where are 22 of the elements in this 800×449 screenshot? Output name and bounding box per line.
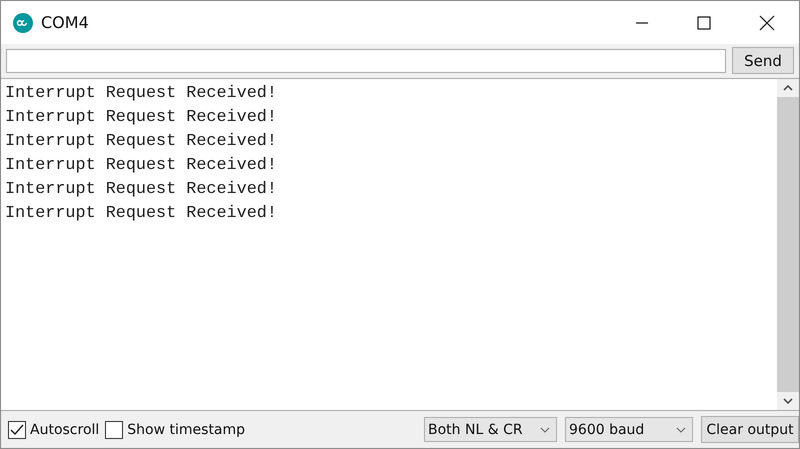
- checkbox-label: Show timestamp: [127, 422, 246, 438]
- scroll-up-icon[interactable]: [783, 85, 793, 91]
- chevron-down-icon: [676, 426, 686, 432]
- window-title: COM4: [41, 13, 89, 32]
- checkbox-label: Autoscroll: [30, 422, 100, 438]
- message-input-field[interactable]: [6, 48, 726, 72]
- send-button[interactable]: Send: [732, 47, 794, 74]
- output-line: Interrupt Request Received!: [5, 155, 278, 177]
- output-line: Interrupt Request Received!: [5, 131, 278, 153]
- close-icon[interactable]: [759, 14, 775, 30]
- clear-output-button[interactable]: Clear output: [701, 416, 799, 443]
- maximize-icon[interactable]: [697, 16, 711, 30]
- scroll-down-icon[interactable]: [783, 398, 793, 404]
- output-line: Interrupt Request Received!: [5, 83, 278, 105]
- output-line: Interrupt Request Received!: [5, 203, 278, 225]
- checkbox[interactable]: [8, 420, 26, 438]
- checkbox[interactable]: [105, 420, 124, 438]
- line-ending-dropdown[interactable]: Both NL & CR: [424, 417, 557, 442]
- output-line: Interrupt Request Received!: [5, 107, 278, 129]
- chevron-down-icon: [540, 426, 550, 432]
- baud-rate-dropdown[interactable]: 9600 baud: [565, 417, 693, 442]
- output-line: Interrupt Request Received!: [5, 179, 278, 201]
